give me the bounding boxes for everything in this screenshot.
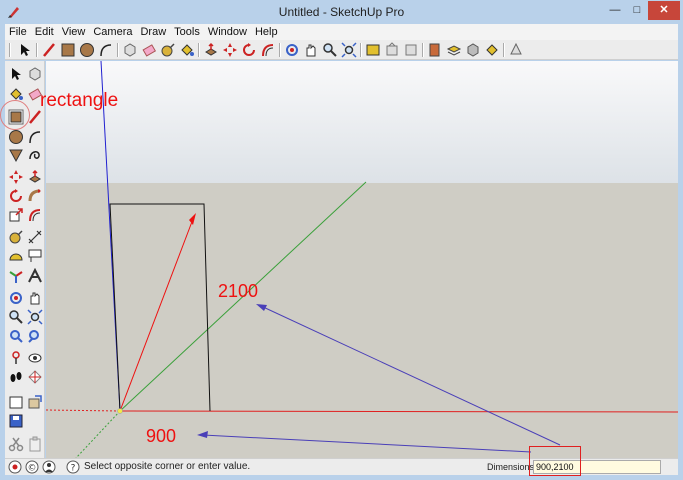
viewport-canvas[interactable]: [46, 61, 678, 458]
layers-icon[interactable]: [446, 42, 462, 58]
title-bar: Untitled - SketchUp Pro — □ ✕: [0, 0, 683, 24]
look-around-icon[interactable]: [27, 350, 43, 366]
circle-icon[interactable]: [79, 42, 95, 58]
orbit-icon[interactable]: [8, 290, 24, 306]
arc-icon[interactable]: [27, 129, 43, 145]
tape-measure-icon[interactable]: [8, 229, 24, 245]
window-title: Untitled - SketchUp Pro: [278, 5, 405, 19]
menu-window[interactable]: Window: [204, 24, 251, 40]
rotate-icon[interactable]: [241, 42, 257, 58]
rotate-icon[interactable]: [8, 188, 24, 204]
status-hint: Select opposite corner or enter value.: [84, 461, 251, 472]
close-button[interactable]: ✕: [648, 1, 680, 20]
menu-help[interactable]: Help: [251, 24, 282, 40]
menu-tools[interactable]: Tools: [170, 24, 204, 40]
menu-camera[interactable]: Camera: [89, 24, 136, 40]
rectangle-tool-highlight: [0, 100, 30, 130]
offset-icon[interactable]: [260, 42, 276, 58]
materials-icon[interactable]: [484, 42, 500, 58]
orbit-icon[interactable]: [284, 42, 300, 58]
rectangle-icon[interactable]: [60, 42, 76, 58]
make-component-icon[interactable]: [122, 42, 138, 58]
zoom-icon[interactable]: [322, 42, 338, 58]
menu-file[interactable]: File: [5, 24, 31, 40]
share-model-icon[interactable]: [384, 42, 400, 58]
minimize-button[interactable]: —: [604, 1, 626, 20]
measurements-label: Dimensions: [487, 462, 535, 472]
toolbar-separator: [198, 43, 200, 57]
push-pull-icon[interactable]: [27, 169, 43, 185]
position-camera-icon[interactable]: [8, 350, 24, 366]
styles-icon[interactable]: [427, 42, 443, 58]
model-viewport[interactable]: [46, 61, 678, 458]
warehouse-icon[interactable]: [8, 394, 24, 410]
paste-icon[interactable]: [27, 436, 43, 452]
polygon-icon[interactable]: [8, 147, 24, 163]
offset-icon[interactable]: [27, 207, 43, 223]
menu-draw[interactable]: Draw: [136, 24, 170, 40]
geo-location-icon[interactable]: [8, 460, 22, 474]
arc-icon[interactable]: [98, 42, 114, 58]
main-toolbar: [5, 40, 678, 60]
svg-text:©: ©: [28, 464, 37, 474]
toolbar-separator: [422, 43, 424, 57]
move-icon[interactable]: [222, 42, 238, 58]
paint-bucket-icon[interactable]: [179, 42, 195, 58]
line-icon[interactable]: [41, 42, 57, 58]
warehouse-icon[interactable]: [365, 42, 381, 58]
zoom-window-icon[interactable]: [27, 309, 43, 325]
help-icon[interactable]: ?: [66, 460, 80, 474]
scale-icon[interactable]: [8, 207, 24, 223]
menu-bar: File Edit View Camera Draw Tools Window …: [5, 24, 678, 40]
menu-edit[interactable]: Edit: [31, 24, 58, 40]
circle-icon[interactable]: [8, 129, 24, 145]
protractor-icon[interactable]: [8, 248, 24, 264]
walk-icon[interactable]: [8, 369, 24, 385]
cut-icon[interactable]: [8, 436, 24, 452]
save-icon[interactable]: [8, 413, 24, 429]
make-component-icon[interactable]: [27, 66, 43, 82]
toolbar-separator: [360, 43, 362, 57]
zoom-extents-icon[interactable]: [8, 328, 24, 344]
tape-measure-icon[interactable]: [160, 42, 176, 58]
follow-me-icon[interactable]: [27, 188, 43, 204]
measurements-highlight-box: [529, 446, 581, 476]
zoom-icon[interactable]: [8, 309, 24, 325]
extension-icon[interactable]: [403, 42, 419, 58]
previous-view-icon[interactable]: [27, 328, 43, 344]
toolbar-separator: [503, 43, 505, 57]
eraser-icon[interactable]: [141, 42, 157, 58]
ground: [46, 183, 678, 458]
move-icon[interactable]: [8, 169, 24, 185]
annotation-tool-label: rectangle: [40, 90, 119, 111]
dimension-icon[interactable]: [27, 229, 43, 245]
pan-icon[interactable]: [27, 290, 43, 306]
toolbar-separator: [279, 43, 281, 57]
toolbar-separator: [117, 43, 119, 57]
annotation-height-label: 2100: [218, 281, 259, 301]
toolbar-separator: [36, 43, 38, 57]
menu-view[interactable]: View: [58, 24, 90, 40]
annotation-width-label: 900: [146, 426, 177, 446]
select-icon[interactable]: [8, 66, 24, 82]
credits-icon[interactable]: ©: [25, 460, 39, 474]
toolbar-separator: [9, 43, 11, 57]
select-icon[interactable]: [17, 42, 33, 58]
share-model-icon[interactable]: [27, 394, 43, 410]
zoom-extents-icon[interactable]: [341, 42, 357, 58]
axes-icon[interactable]: [8, 268, 24, 284]
svg-text:?: ?: [71, 464, 76, 474]
components-icon[interactable]: [465, 42, 481, 58]
section-plane-icon[interactable]: [27, 369, 43, 385]
maximize-button[interactable]: □: [626, 1, 648, 20]
push-pull-icon[interactable]: [203, 42, 219, 58]
pan-icon[interactable]: [303, 42, 319, 58]
section-plane-icon[interactable]: [508, 42, 524, 58]
freehand-icon[interactable]: [27, 147, 43, 163]
sky: [46, 61, 678, 183]
origin-point: [117, 408, 123, 414]
user-account-icon[interactable]: [42, 460, 56, 474]
text-icon[interactable]: [27, 248, 43, 264]
3d-text-icon[interactable]: [27, 268, 43, 284]
